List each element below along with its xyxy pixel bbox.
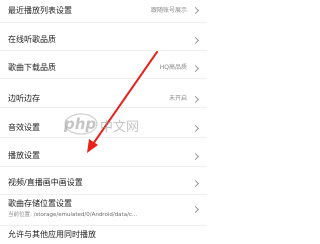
setting-row-recent-playlist[interactable]: 最近播放列表设置 跟随账号展示: [0, 0, 207, 22]
setting-value: 跟随账号展示: [150, 7, 187, 14]
storage-path-prefix: 当前位置:: [8, 212, 32, 218]
chevron-right-icon: [191, 124, 200, 133]
setting-label: 最近播放列表设置: [8, 6, 72, 15]
chevron-right-icon: [191, 64, 200, 73]
chevron-right-icon: [191, 205, 200, 214]
setting-row-listen-and-save[interactable]: 边听边存 未开启: [0, 79, 207, 107]
chevron-right-icon: [191, 179, 200, 188]
setting-row-mix-with-others[interactable]: 允许与其他应用同时播放: [0, 226, 207, 244]
chevron-right-icon: [191, 36, 200, 45]
setting-value: 未开启: [168, 95, 187, 102]
chevron-right-icon: [191, 152, 200, 161]
setting-row-picture-in-picture[interactable]: 视频/直播画中画设置: [0, 167, 207, 194]
setting-label: 边听边存: [8, 94, 40, 103]
setting-row-sound-effects[interactable]: 音效设置: [0, 108, 207, 137]
setting-value: HQ高品质: [159, 64, 187, 71]
setting-row-download-quality[interactable]: 歌曲下载品质 HQ高品质: [0, 51, 207, 78]
settings-list: 最近播放列表设置 跟随账号展示 在线听歌品质 歌曲下载品质 HQ高品质 边听边存…: [0, 0, 207, 244]
setting-label: 音效设置: [8, 123, 40, 132]
setting-label: 歌曲存储位置设置: [8, 199, 72, 208]
setting-label: 视频/直播画中画设置: [8, 178, 83, 187]
storage-path-text: 当前位置: /storage/emulated/0/Android/data/c…: [8, 212, 137, 219]
chevron-right-icon: [191, 6, 200, 15]
storage-path-value: /storage/emulated/0/Android/data/c...: [33, 212, 138, 218]
setting-label: 播放设置: [8, 151, 40, 160]
setting-row-storage-location[interactable]: 歌曲存储位置设置 当前位置: /storage/emulated/0/Andro…: [0, 195, 207, 225]
setting-row-online-quality[interactable]: 在线听歌品质: [0, 23, 207, 50]
setting-row-playback[interactable]: 播放设置: [0, 138, 207, 166]
chevron-right-icon: [191, 95, 200, 104]
setting-label: 允许与其他应用同时播放: [8, 230, 96, 239]
setting-label: 歌曲下载品质: [8, 63, 56, 72]
setting-label: 在线听歌品质: [8, 35, 56, 44]
